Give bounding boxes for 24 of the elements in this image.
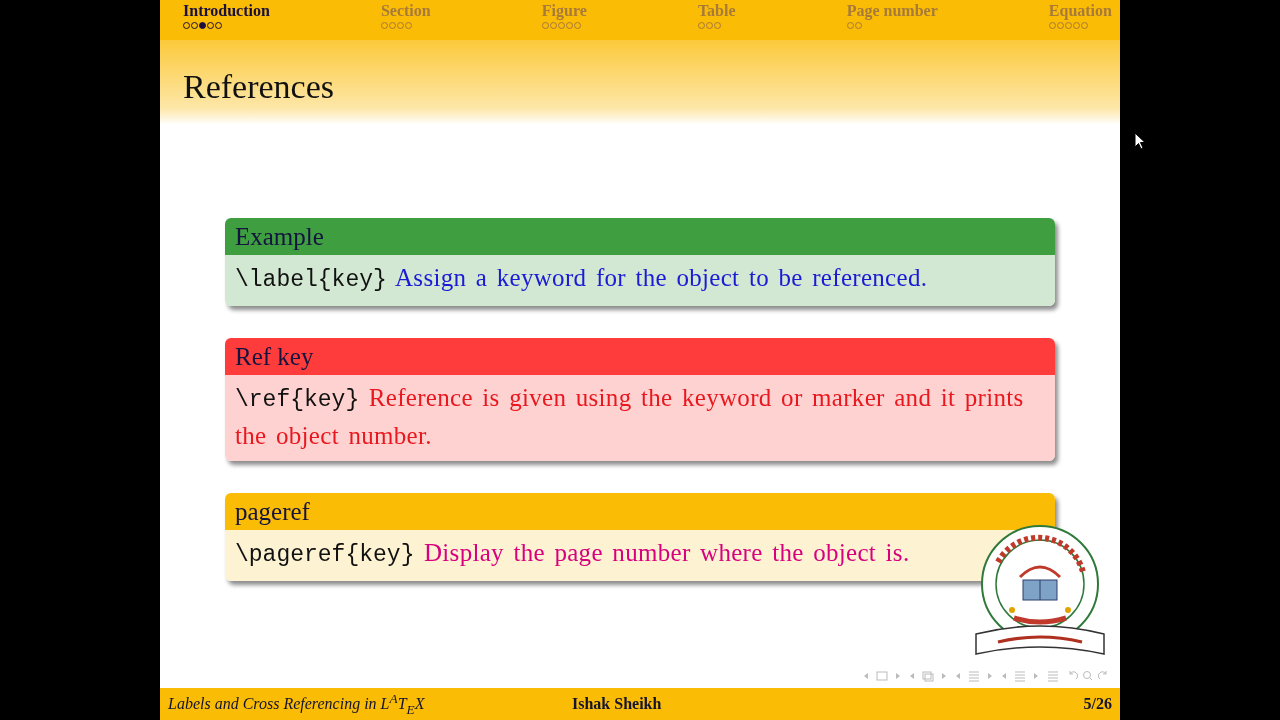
- section-link[interactable]: Introduction: [183, 2, 270, 19]
- section-link[interactable]: Table: [697, 2, 736, 19]
- frame-dot[interactable]: [199, 22, 206, 29]
- section-link[interactable]: Section: [380, 2, 431, 19]
- undo-search-redo-icon[interactable]: [1066, 670, 1110, 682]
- section-link[interactable]: Figure: [541, 2, 587, 19]
- block-title: pageref: [225, 493, 1055, 530]
- mouse-cursor-icon: [1134, 132, 1146, 150]
- block-text: \label{key} Assign a keyword for the object to be referenced.: [235, 263, 929, 295]
- presentation-nav-icon[interactable]: [1000, 670, 1040, 682]
- block-text: \ref{key} Reference is given using the keyword or marker and it prints the object number.: [235, 383, 1025, 451]
- outline-icon[interactable]: [1046, 670, 1060, 682]
- frame-nav-icon[interactable]: [862, 670, 902, 682]
- subsection-nav-icon[interactable]: [908, 670, 948, 682]
- author-name: Ishak Sheikh: [572, 695, 663, 713]
- presentation-title: Labels and Cross Referencing in L$^{A}$T$_{E}$X: [168, 690, 426, 718]
- block-title: Ref key: [225, 338, 1055, 375]
- section-nav-icon[interactable]: [954, 670, 994, 682]
- page-number: 5/26: [1083, 695, 1112, 713]
- block-title: Example: [225, 218, 1055, 255]
- section-link[interactable]: Equation: [1048, 2, 1112, 19]
- frame-title: References: [183, 66, 334, 106]
- section-link[interactable]: Page number: [846, 2, 938, 19]
- block-text: \pageref{key} Display the page number where the object is.: [235, 538, 911, 570]
